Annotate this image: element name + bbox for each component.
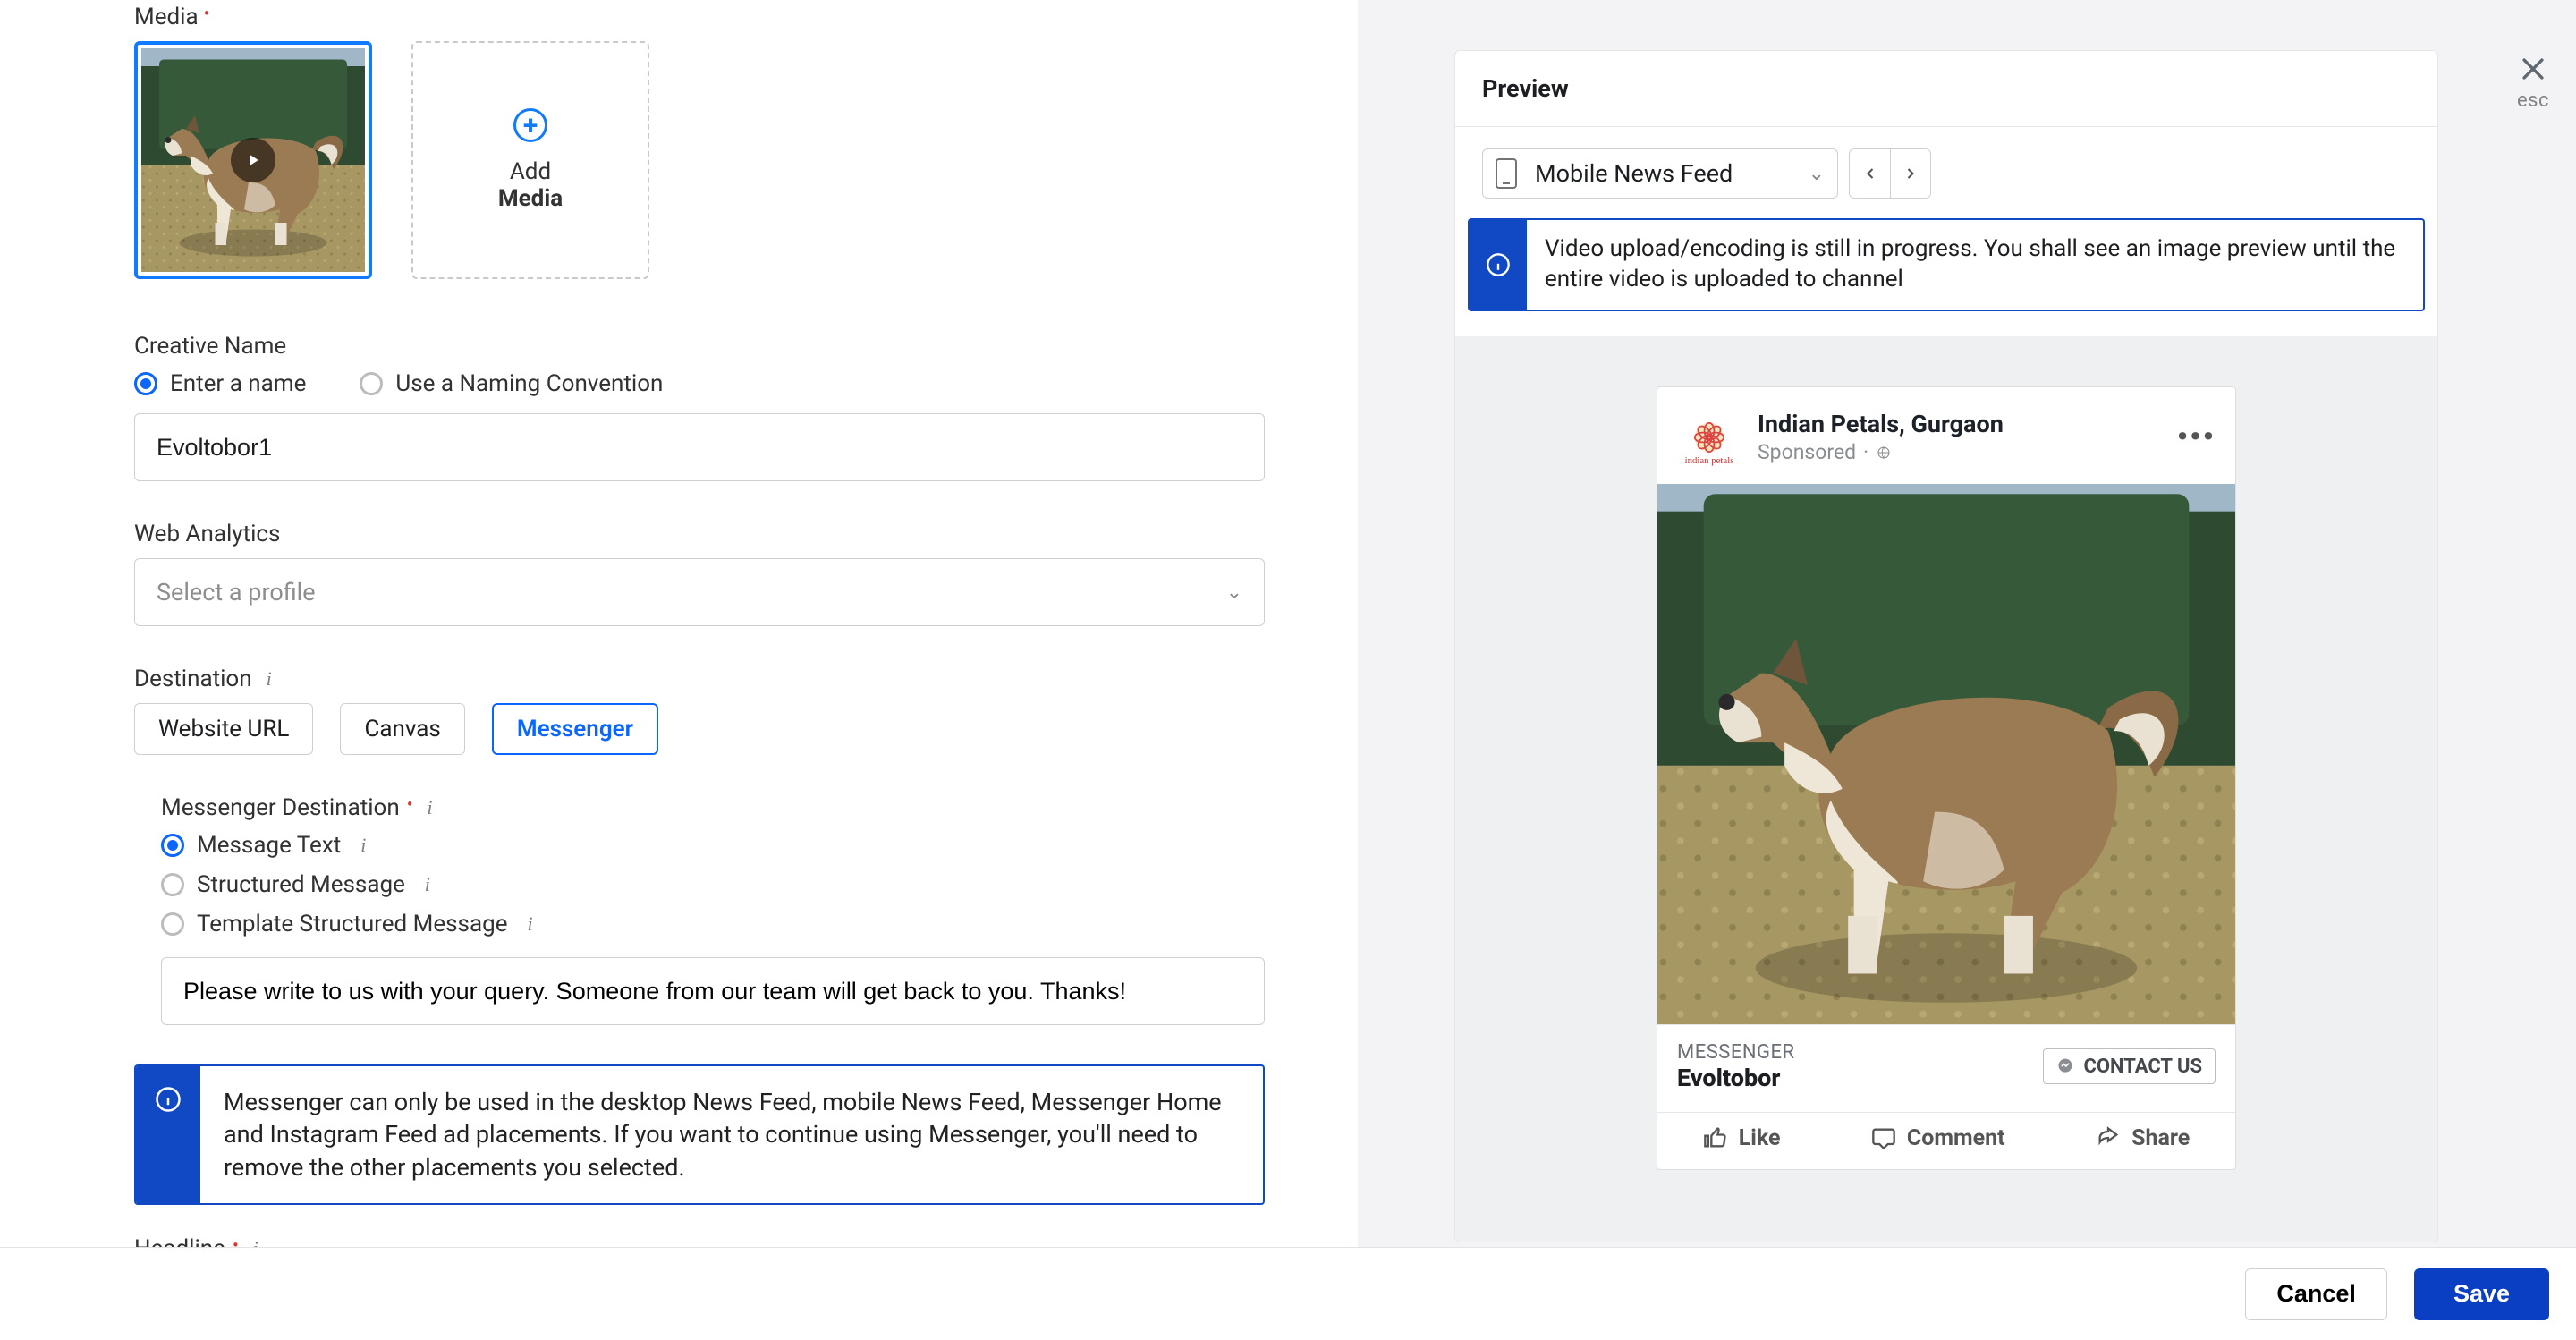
- preview-next-button[interactable]: [1890, 148, 1931, 199]
- comment-button[interactable]: Comment: [1871, 1125, 2005, 1151]
- media-thumbnail[interactable]: [134, 41, 372, 279]
- cancel-button[interactable]: Cancel: [2245, 1268, 2387, 1320]
- info-icon[interactable]: i: [259, 669, 279, 689]
- preview-header: Preview: [1455, 51, 2437, 127]
- upload-progress-alert: Video upload/encoding is still in progre…: [1468, 218, 2425, 311]
- page-name: Indian Petals, Gurgaon: [1758, 410, 2161, 438]
- required-dot: •: [204, 9, 210, 18]
- sponsored-label: Sponsored·: [1758, 440, 2161, 464]
- info-icon[interactable]: i: [521, 914, 540, 934]
- info-icon[interactable]: i: [418, 875, 437, 895]
- like-button[interactable]: Like: [1703, 1125, 1781, 1151]
- radio-icon: [161, 834, 184, 857]
- share-button[interactable]: Share: [2096, 1125, 2190, 1151]
- radio-template-structured[interactable]: Template Structured Message i: [161, 911, 1270, 937]
- creative-name-input[interactable]: [134, 413, 1265, 481]
- media-label: Media•: [134, 4, 1270, 30]
- radio-icon: [134, 372, 157, 395]
- messenger-destination-label: Messenger Destination • i: [161, 794, 1270, 821]
- info-icon[interactable]: i: [353, 835, 373, 855]
- facebook-ad-preview: indian petals Indian Petals, Gurgaon Spo…: [1657, 386, 2236, 1170]
- chevron-down-icon: ⌄: [1226, 581, 1242, 604]
- radio-structured-message[interactable]: Structured Message i: [161, 871, 1270, 898]
- destination-label: Destination i: [134, 666, 1270, 692]
- ad-image: [1657, 484, 2235, 1024]
- save-button[interactable]: Save: [2414, 1268, 2549, 1320]
- contact-us-button[interactable]: CONTACT US: [2043, 1048, 2216, 1084]
- radio-enter-name[interactable]: Enter a name: [134, 370, 306, 397]
- more-options-icon[interactable]: •••: [2177, 420, 2216, 455]
- destination-website-button[interactable]: Website URL: [134, 703, 313, 755]
- web-analytics-select[interactable]: Select a profile ⌄: [134, 558, 1265, 626]
- radio-icon: [161, 912, 184, 936]
- cta-title: Evoltobor: [1677, 1064, 1795, 1092]
- svg-text:indian petals: indian petals: [1685, 454, 1734, 465]
- like-icon: [1703, 1125, 1728, 1150]
- radio-naming-convention[interactable]: Use a Naming Convention: [360, 370, 663, 397]
- add-media-button[interactable]: + Add Media: [411, 41, 649, 279]
- footer: Cancel Save: [0, 1247, 2576, 1340]
- radio-icon: [360, 372, 383, 395]
- info-icon: [1470, 220, 1527, 310]
- play-icon[interactable]: [231, 138, 275, 182]
- radio-icon: [161, 873, 184, 896]
- messenger-icon: [2056, 1057, 2074, 1075]
- destination-messenger-button[interactable]: Messenger: [492, 703, 658, 755]
- chevron-down-icon: ⌄: [1809, 163, 1825, 185]
- info-icon[interactable]: i: [419, 798, 439, 818]
- message-text-input[interactable]: [161, 957, 1265, 1025]
- globe-icon: [1876, 445, 1892, 461]
- info-icon: [136, 1066, 200, 1203]
- preview-panel: Preview Mobile News Feed ⌄: [1454, 50, 2438, 1242]
- close-label: esc: [2517, 89, 2549, 112]
- required-dot: •: [407, 800, 413, 809]
- destination-canvas-button[interactable]: Canvas: [340, 703, 464, 755]
- preview-prev-button[interactable]: [1849, 148, 1890, 199]
- messenger-placement-alert: Messenger can only be used in the deskto…: [134, 1064, 1265, 1205]
- close-icon: [2517, 54, 2549, 86]
- share-icon: [2096, 1125, 2121, 1150]
- add-media-line2: Media: [498, 185, 563, 212]
- web-analytics-label: Web Analytics: [134, 521, 1270, 547]
- plus-icon: +: [513, 108, 547, 142]
- placement-select[interactable]: Mobile News Feed ⌄: [1482, 148, 1838, 199]
- cta-eyebrow: MESSENGER: [1677, 1041, 1795, 1064]
- comment-icon: [1871, 1125, 1896, 1150]
- mobile-icon: [1496, 158, 1517, 189]
- add-media-line1: Add: [498, 158, 563, 185]
- radio-message-text[interactable]: Message Text i: [161, 832, 1270, 859]
- close-button[interactable]: esc: [2517, 54, 2549, 112]
- creative-name-label: Creative Name: [134, 333, 1270, 360]
- page-avatar: indian petals: [1677, 405, 1741, 470]
